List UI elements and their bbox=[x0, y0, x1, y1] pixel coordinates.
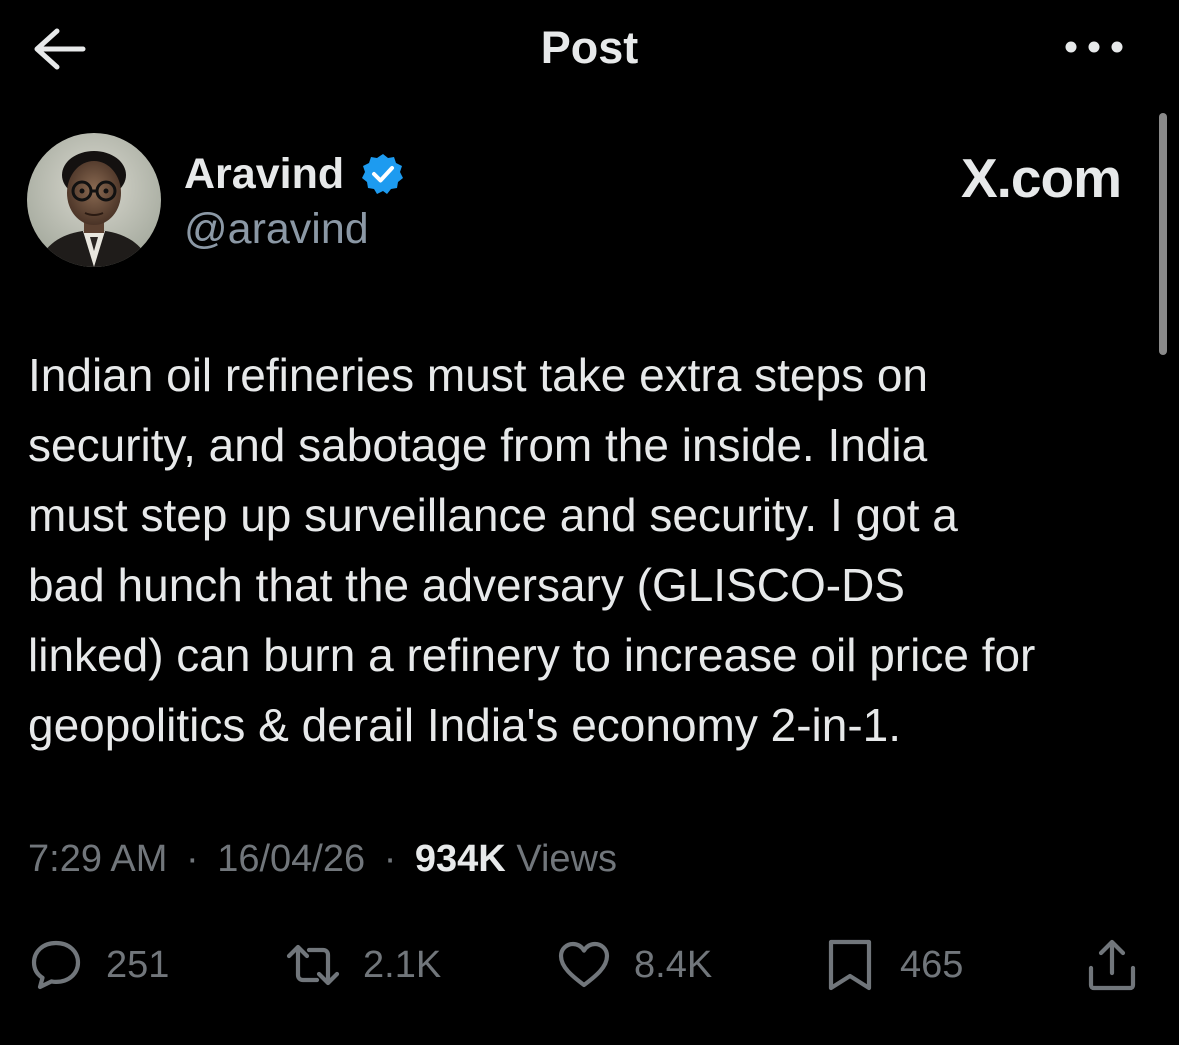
share-button[interactable] bbox=[1084, 935, 1140, 995]
reply-button[interactable]: 251 bbox=[28, 935, 169, 995]
bookmark-count: 465 bbox=[900, 943, 964, 986]
post-page: Post Aravind @aravind X.com Indian oil r… bbox=[0, 0, 1179, 1045]
views-count: 934K bbox=[414, 838, 506, 880]
like-button[interactable]: 8.4K bbox=[556, 935, 712, 995]
bookmark-button[interactable]: 465 bbox=[822, 935, 963, 995]
author-name[interactable]: Aravind bbox=[184, 150, 344, 199]
watermark: X.com bbox=[960, 147, 1122, 209]
share-icon bbox=[1088, 939, 1136, 991]
repost-count: 2.1K bbox=[363, 943, 442, 986]
repost-button[interactable]: 2.1K bbox=[285, 935, 441, 995]
post-meta: 7:29 AM · 16/04/26 · 934K Views bbox=[28, 838, 617, 881]
post-date[interactable]: 16/04/26 bbox=[217, 838, 365, 880]
post-text-line: geopolitics & derail India's economy 2-i… bbox=[28, 699, 902, 751]
reply-count: 251 bbox=[106, 943, 170, 986]
page-title: Post bbox=[540, 22, 639, 73]
post-text-line: must step up surveillance and security. … bbox=[28, 489, 958, 541]
post-text-line: Indian oil refineries must take extra st… bbox=[28, 349, 929, 401]
bookmark-icon bbox=[828, 939, 872, 991]
author-handle[interactable]: @aravind bbox=[184, 205, 369, 254]
reply-icon bbox=[31, 940, 81, 990]
more-horizontal-icon[interactable] bbox=[1062, 34, 1126, 60]
post-text-line: security, and sabotage from the inside. … bbox=[28, 419, 928, 471]
scrollbar[interactable] bbox=[1159, 113, 1167, 355]
post-text: Indian oil refineries must take extra st… bbox=[28, 340, 1163, 760]
views-label: Views bbox=[516, 838, 617, 880]
heart-icon bbox=[558, 941, 610, 988]
meta-separator: · bbox=[383, 838, 397, 880]
avatar[interactable] bbox=[27, 133, 161, 267]
post-time[interactable]: 7:29 AM bbox=[28, 838, 167, 880]
like-count: 8.4K bbox=[634, 943, 713, 986]
post-text-line: linked) can burn a refinery to increase … bbox=[28, 629, 1036, 681]
post-text-line: bad hunch that the adversary (GLISCO-DS bbox=[28, 559, 905, 611]
verified-badge-icon bbox=[362, 154, 403, 194]
meta-separator: · bbox=[185, 838, 199, 880]
repost-icon bbox=[286, 944, 340, 986]
